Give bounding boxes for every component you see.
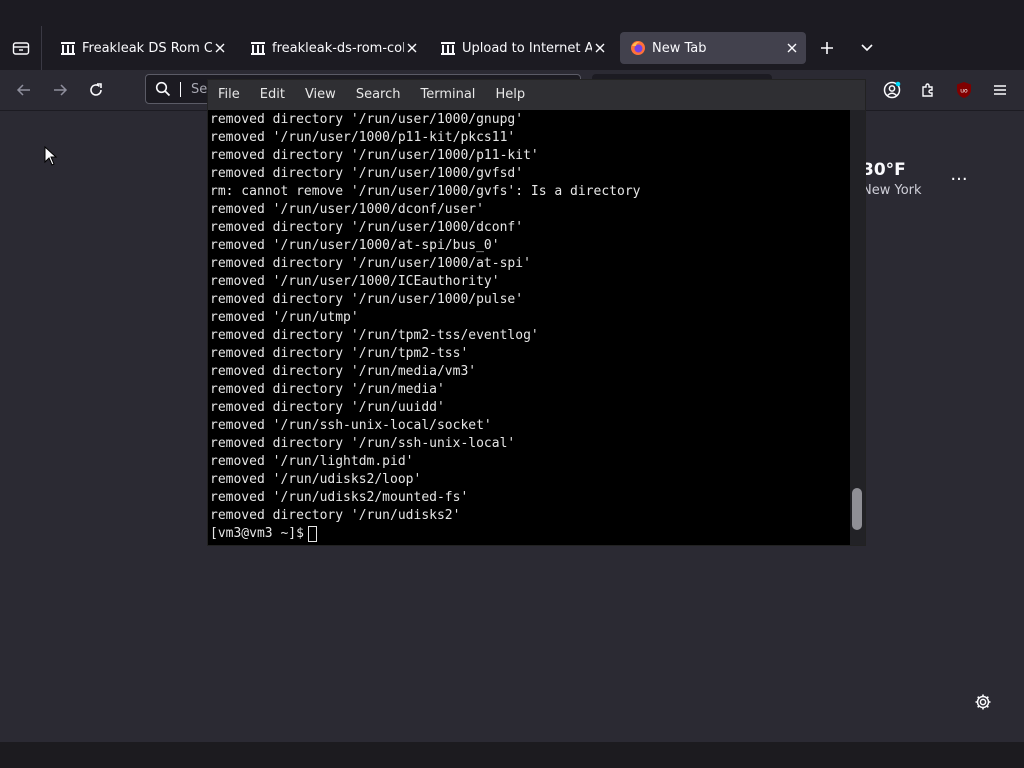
tab-list-icon (12, 42, 29, 55)
firefox-icon (630, 40, 646, 56)
terminal-line: removed '/run/user/1000/dconf/user' (210, 202, 484, 217)
terminal-line: removed directory '/run/uuidd' (210, 400, 445, 415)
terminal-line: removed directory '/run/tpm2-tss' (210, 346, 469, 361)
close-icon[interactable] (212, 40, 228, 56)
bottom-panel (0, 742, 1024, 768)
new-tab-button[interactable] (813, 34, 841, 62)
reload-button[interactable] (82, 76, 110, 104)
terminal-line: removed directory '/run/user/1000/pulse' (210, 292, 524, 307)
search-icon (146, 81, 180, 97)
terminal-line: removed directory '/run/user/1000/at-spi… (210, 256, 531, 271)
weather-temperature: 30°F (862, 160, 906, 180)
ublock-origin-button[interactable]: uo (950, 76, 978, 104)
menu-search[interactable]: Search (346, 80, 411, 110)
terminal-line: removed directory '/run/user/1000/gnupg' (210, 112, 524, 127)
close-icon[interactable] (592, 40, 608, 56)
account-icon (883, 81, 901, 99)
terminal-window[interactable]: File Edit View Search Terminal Help remo… (208, 80, 865, 545)
terminal-line: removed directory '/run/media/vm3' (210, 364, 477, 379)
tab-title: freakleak-ds-rom-coll (272, 40, 404, 56)
terminal-line: removed directory '/run/ssh-unix-local' (210, 436, 516, 451)
chevron-down-icon (861, 44, 873, 52)
close-icon[interactable] (784, 40, 800, 56)
terminal-output[interactable]: removed directory '/run/user/1000/gnupg'… (208, 110, 850, 545)
menu-file[interactable]: File (208, 80, 250, 110)
menu-edit[interactable]: Edit (250, 80, 295, 110)
terminal-line: removed '/run/udisks2/mounted-fs' (210, 490, 469, 505)
top-panel (0, 0, 1024, 26)
menu-help[interactable]: Help (485, 80, 535, 110)
terminal-line: removed '/run/user/1000/p11-kit/pkcs11' (210, 130, 516, 145)
arrow-right-icon (54, 84, 68, 96)
menu-terminal[interactable]: Terminal (410, 80, 485, 110)
terminal-line: removed directory '/run/user/1000/gvfsd' (210, 166, 524, 181)
tab-freakleak-ds-rom-coll[interactable]: freakleak-ds-rom-coll (240, 32, 426, 64)
ublock-icon: uo (957, 82, 971, 98)
tab-freakleak-ds-rom[interactable]: Freakleak DS Rom Col (50, 32, 234, 64)
tab-bar: Freakleak DS Rom Col freakleak-ds-rom-co… (0, 26, 1024, 70)
terminal-line: removed '/run/ssh-unix-local/socket' (210, 418, 492, 433)
plus-icon (821, 42, 833, 54)
terminal-scrollbar[interactable] (850, 110, 865, 545)
terminal-line: rm: cannot remove '/run/user/1000/gvfs':… (210, 184, 641, 199)
terminal-line: removed directory '/run/user/1000/dconf' (210, 220, 524, 235)
account-button[interactable] (878, 76, 906, 104)
terminal-line: removed '/run/utmp' (210, 310, 359, 325)
mouse-cursor-icon (44, 145, 58, 170)
list-all-tabs-button[interactable] (853, 34, 881, 62)
extensions-button[interactable] (914, 76, 942, 104)
terminal-line: removed directory '/run/tpm2-tss/eventlo… (210, 328, 539, 343)
weather-widget[interactable]: 30°F New York (862, 160, 922, 198)
reload-icon (90, 83, 102, 96)
terminal-line: removed '/run/lightdm.pid' (210, 454, 414, 469)
tab-title: Upload to Internet Arc (462, 40, 592, 56)
arrow-left-icon (16, 84, 30, 96)
archive-icon (440, 40, 456, 56)
tab-title: Freakleak DS Rom Col (82, 40, 212, 56)
tab-title: New Tab (652, 40, 707, 56)
terminal-line: removed directory '/run/user/1000/p11-ki… (210, 148, 539, 163)
menu-view[interactable]: View (295, 80, 346, 110)
archive-icon (60, 40, 76, 56)
terminal-line: removed '/run/user/1000/at-spi/bus_0' (210, 238, 500, 253)
terminal-line: removed directory '/run/udisks2' (210, 508, 461, 523)
newtab-settings-button[interactable] (971, 690, 995, 714)
terminal-prompt-line[interactable]: [vm3@vm3 ~]$ (208, 525, 850, 543)
back-button[interactable] (10, 76, 38, 104)
terminal-cursor (307, 526, 317, 542)
scrollbar-thumb[interactable] (852, 488, 862, 530)
weather-menu-button[interactable]: ··· (946, 166, 972, 192)
terminal-line: removed '/run/udisks2/loop' (210, 472, 422, 487)
archive-icon (250, 40, 266, 56)
terminal-menubar: File Edit View Search Terminal Help (208, 80, 865, 110)
close-icon[interactable] (404, 40, 420, 56)
terminal-line: removed '/run/user/1000/ICEauthority' (210, 274, 500, 289)
tab-new-tab[interactable]: New Tab (620, 32, 806, 64)
app-menu-button[interactable] (986, 76, 1014, 104)
tab-upload-internet-archive[interactable]: Upload to Internet Arc (430, 32, 614, 64)
puzzle-icon (922, 83, 933, 97)
svg-text:uo: uo (960, 88, 968, 95)
terminal-line: removed directory '/run/media' (210, 382, 445, 397)
firefox-view-button[interactable] (0, 26, 42, 70)
gear-icon (975, 694, 991, 710)
forward-button[interactable] (46, 76, 74, 104)
terminal-prompt: [vm3@vm3 ~]$ (210, 526, 304, 541)
weather-city: New York (862, 183, 922, 198)
hamburger-menu-icon (994, 85, 1006, 95)
